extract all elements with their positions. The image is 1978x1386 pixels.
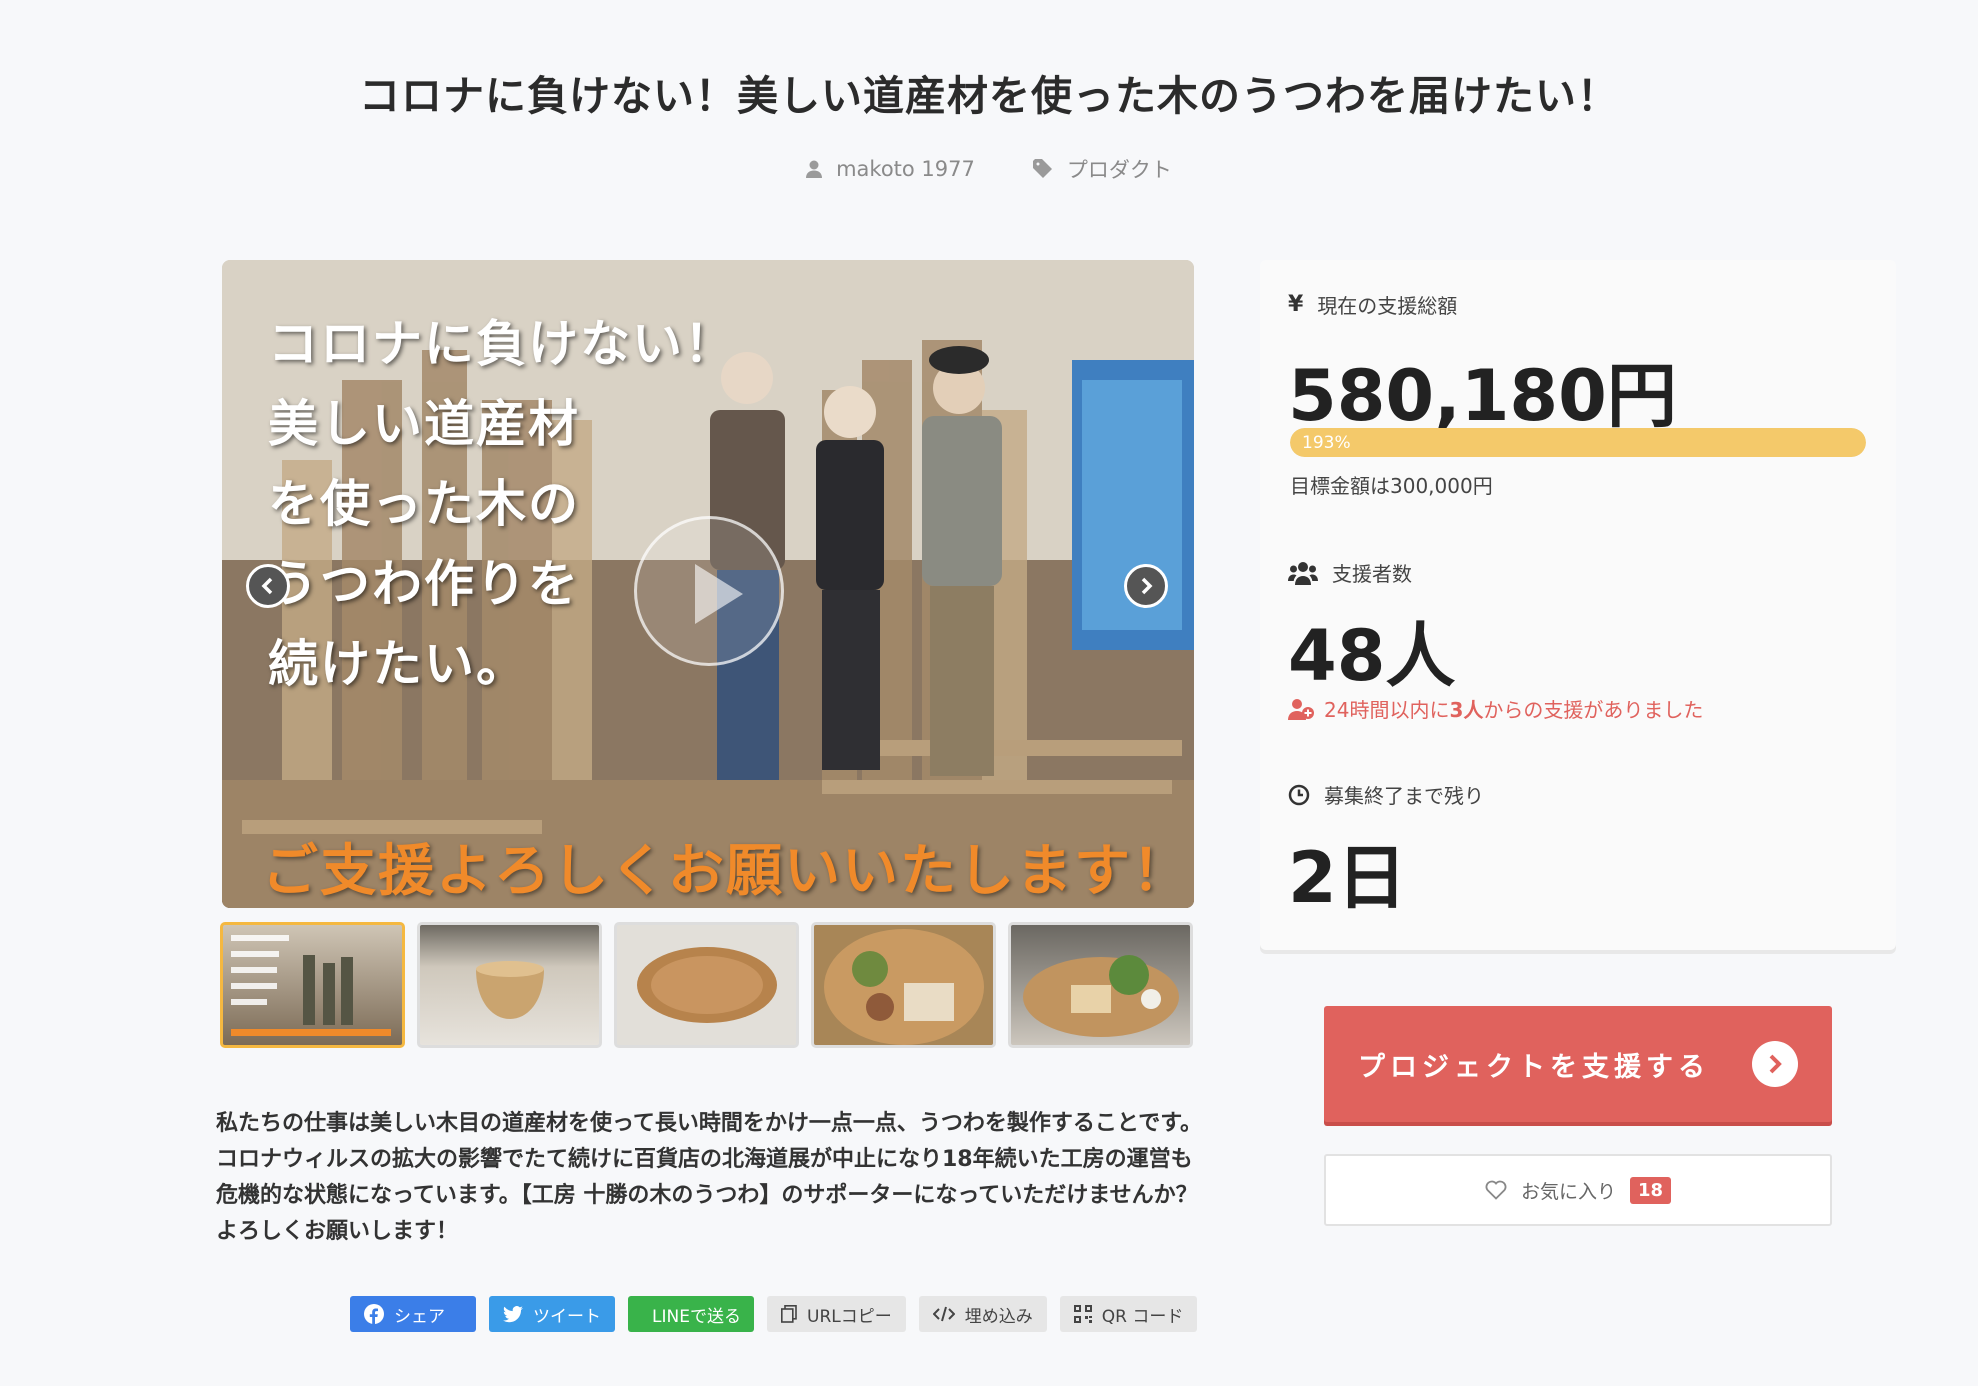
project-meta: makoto 1977 プロダクト [0, 154, 1978, 184]
chevron-right-circle-icon [1752, 1041, 1798, 1087]
progress-fill [1290, 428, 1866, 457]
users-icon [1288, 561, 1318, 585]
hero-line-3: を使った木の [268, 475, 580, 533]
chevron-right-icon[interactable] [1124, 564, 1168, 608]
time-label: 募集終了まで残り [1324, 784, 1484, 808]
share-buttons: シェア ツイート LINEで送る URLコピー 埋め込み QR コード [350, 1296, 1198, 1332]
recent-count: 3人 [1449, 698, 1484, 722]
chevron-left-icon[interactable] [246, 564, 290, 608]
recent-suffix: からの支援がありました [1483, 698, 1704, 722]
line-share-label: LINEで送る [652, 1306, 741, 1327]
favorite-label: お気に入り [1520, 1180, 1616, 1203]
facebook-share-button[interactable]: シェア [350, 1296, 476, 1332]
time-label-row: 募集終了まで残り [1288, 780, 1484, 809]
favorite-button[interactable]: お気に入り 18 [1324, 1154, 1832, 1226]
funding-panel: ¥ 現在の支援総額 580,180円 193% 目標金額は300,000円 支援… [1260, 260, 1896, 950]
twitter-share-label: ツイート [533, 1306, 601, 1327]
project-description: 私たちの仕事は美しい木目の道産材を使って長い時間をかけ一点一点、うつわを製作する… [216, 1111, 1203, 1244]
category-link[interactable]: プロダクト [1032, 154, 1172, 184]
embed-label: 埋め込み [964, 1306, 1033, 1327]
recent-prefix: 24時間以内に [1324, 698, 1450, 722]
thumbnail-strip [220, 922, 1193, 1048]
copy-icon [781, 1305, 797, 1323]
favorite-count: 18 [1629, 1176, 1672, 1204]
facebook-share-label: シェア [394, 1306, 445, 1327]
funding-label: 現在の支援総額 [1317, 294, 1458, 318]
support-project-button[interactable]: プロジェクトを支援する [1324, 1006, 1832, 1122]
owner-link[interactable]: makoto 1977 [806, 154, 975, 184]
hero-line-2: 美しい道産材 [268, 395, 580, 453]
funding-label-row: ¥ 現在の支援総額 [1288, 290, 1457, 319]
recent-backers: 24時間以内に 3人 からの支援がありました [1288, 694, 1703, 723]
owner-name: makoto 1977 [836, 157, 975, 181]
url-copy-label: URLコピー [807, 1306, 892, 1327]
qr-code-label: QR コード [1101, 1306, 1184, 1327]
qr-code-button[interactable]: QR コード [1059, 1296, 1198, 1332]
backers-label: 支援者数 [1332, 562, 1412, 586]
user-plus-icon [1288, 698, 1314, 720]
heart-icon [1485, 1180, 1507, 1200]
qr-code-icon [1073, 1305, 1092, 1323]
hero-subtitle: ご支援よろしくお願いいたします！ [262, 839, 1190, 904]
facebook-icon [364, 1304, 384, 1324]
project-title: コロナに負けない！美しい道産材を使った木のうつわを届けたい！ [359, 72, 1619, 120]
category-name: プロダクト [1066, 158, 1172, 182]
hero-line-4: うつわ作りを [268, 555, 580, 613]
line-share-button[interactable]: LINEで送る [628, 1296, 754, 1332]
time-left: 2日 [1288, 837, 1407, 919]
support-button-label: プロジェクトを支援する [1358, 1051, 1710, 1083]
tag-icon [1032, 159, 1052, 178]
twitter-icon [503, 1305, 523, 1322]
user-icon [806, 160, 823, 178]
code-icon [932, 1306, 955, 1322]
yen-icon: ¥ [1288, 292, 1304, 317]
url-copy-button[interactable]: URLコピー [767, 1296, 906, 1332]
hero-video[interactable]: コロナに負けない！ 美しい道産材 を使った木の うつわ作りを 続けたい。 ご支援… [222, 260, 1194, 908]
funding-progress-bar: 193% [1290, 428, 1866, 457]
thumbnail-3[interactable] [614, 922, 799, 1048]
backers-label-row: 支援者数 [1288, 558, 1412, 587]
backers-count: 48人 [1288, 615, 1456, 697]
twitter-share-button[interactable]: ツイート [489, 1296, 615, 1332]
hero-line-5: 続けたい。 [268, 635, 528, 693]
thumbnail-4[interactable] [811, 922, 996, 1048]
embed-button[interactable]: 埋め込み [918, 1296, 1047, 1332]
play-icon[interactable] [634, 516, 784, 666]
funding-amount: 580,180円 [1288, 355, 1677, 437]
progress-percent: 193% [1302, 433, 1351, 453]
clock-icon [1288, 784, 1310, 805]
thumbnail-2[interactable] [417, 922, 602, 1048]
thumbnail-5[interactable] [1008, 922, 1193, 1048]
goal-amount: 目標金額は300,000円 [1290, 474, 1493, 498]
hero-line-1: コロナに負けない！ [268, 315, 736, 373]
thumbnail-1[interactable] [220, 922, 405, 1048]
